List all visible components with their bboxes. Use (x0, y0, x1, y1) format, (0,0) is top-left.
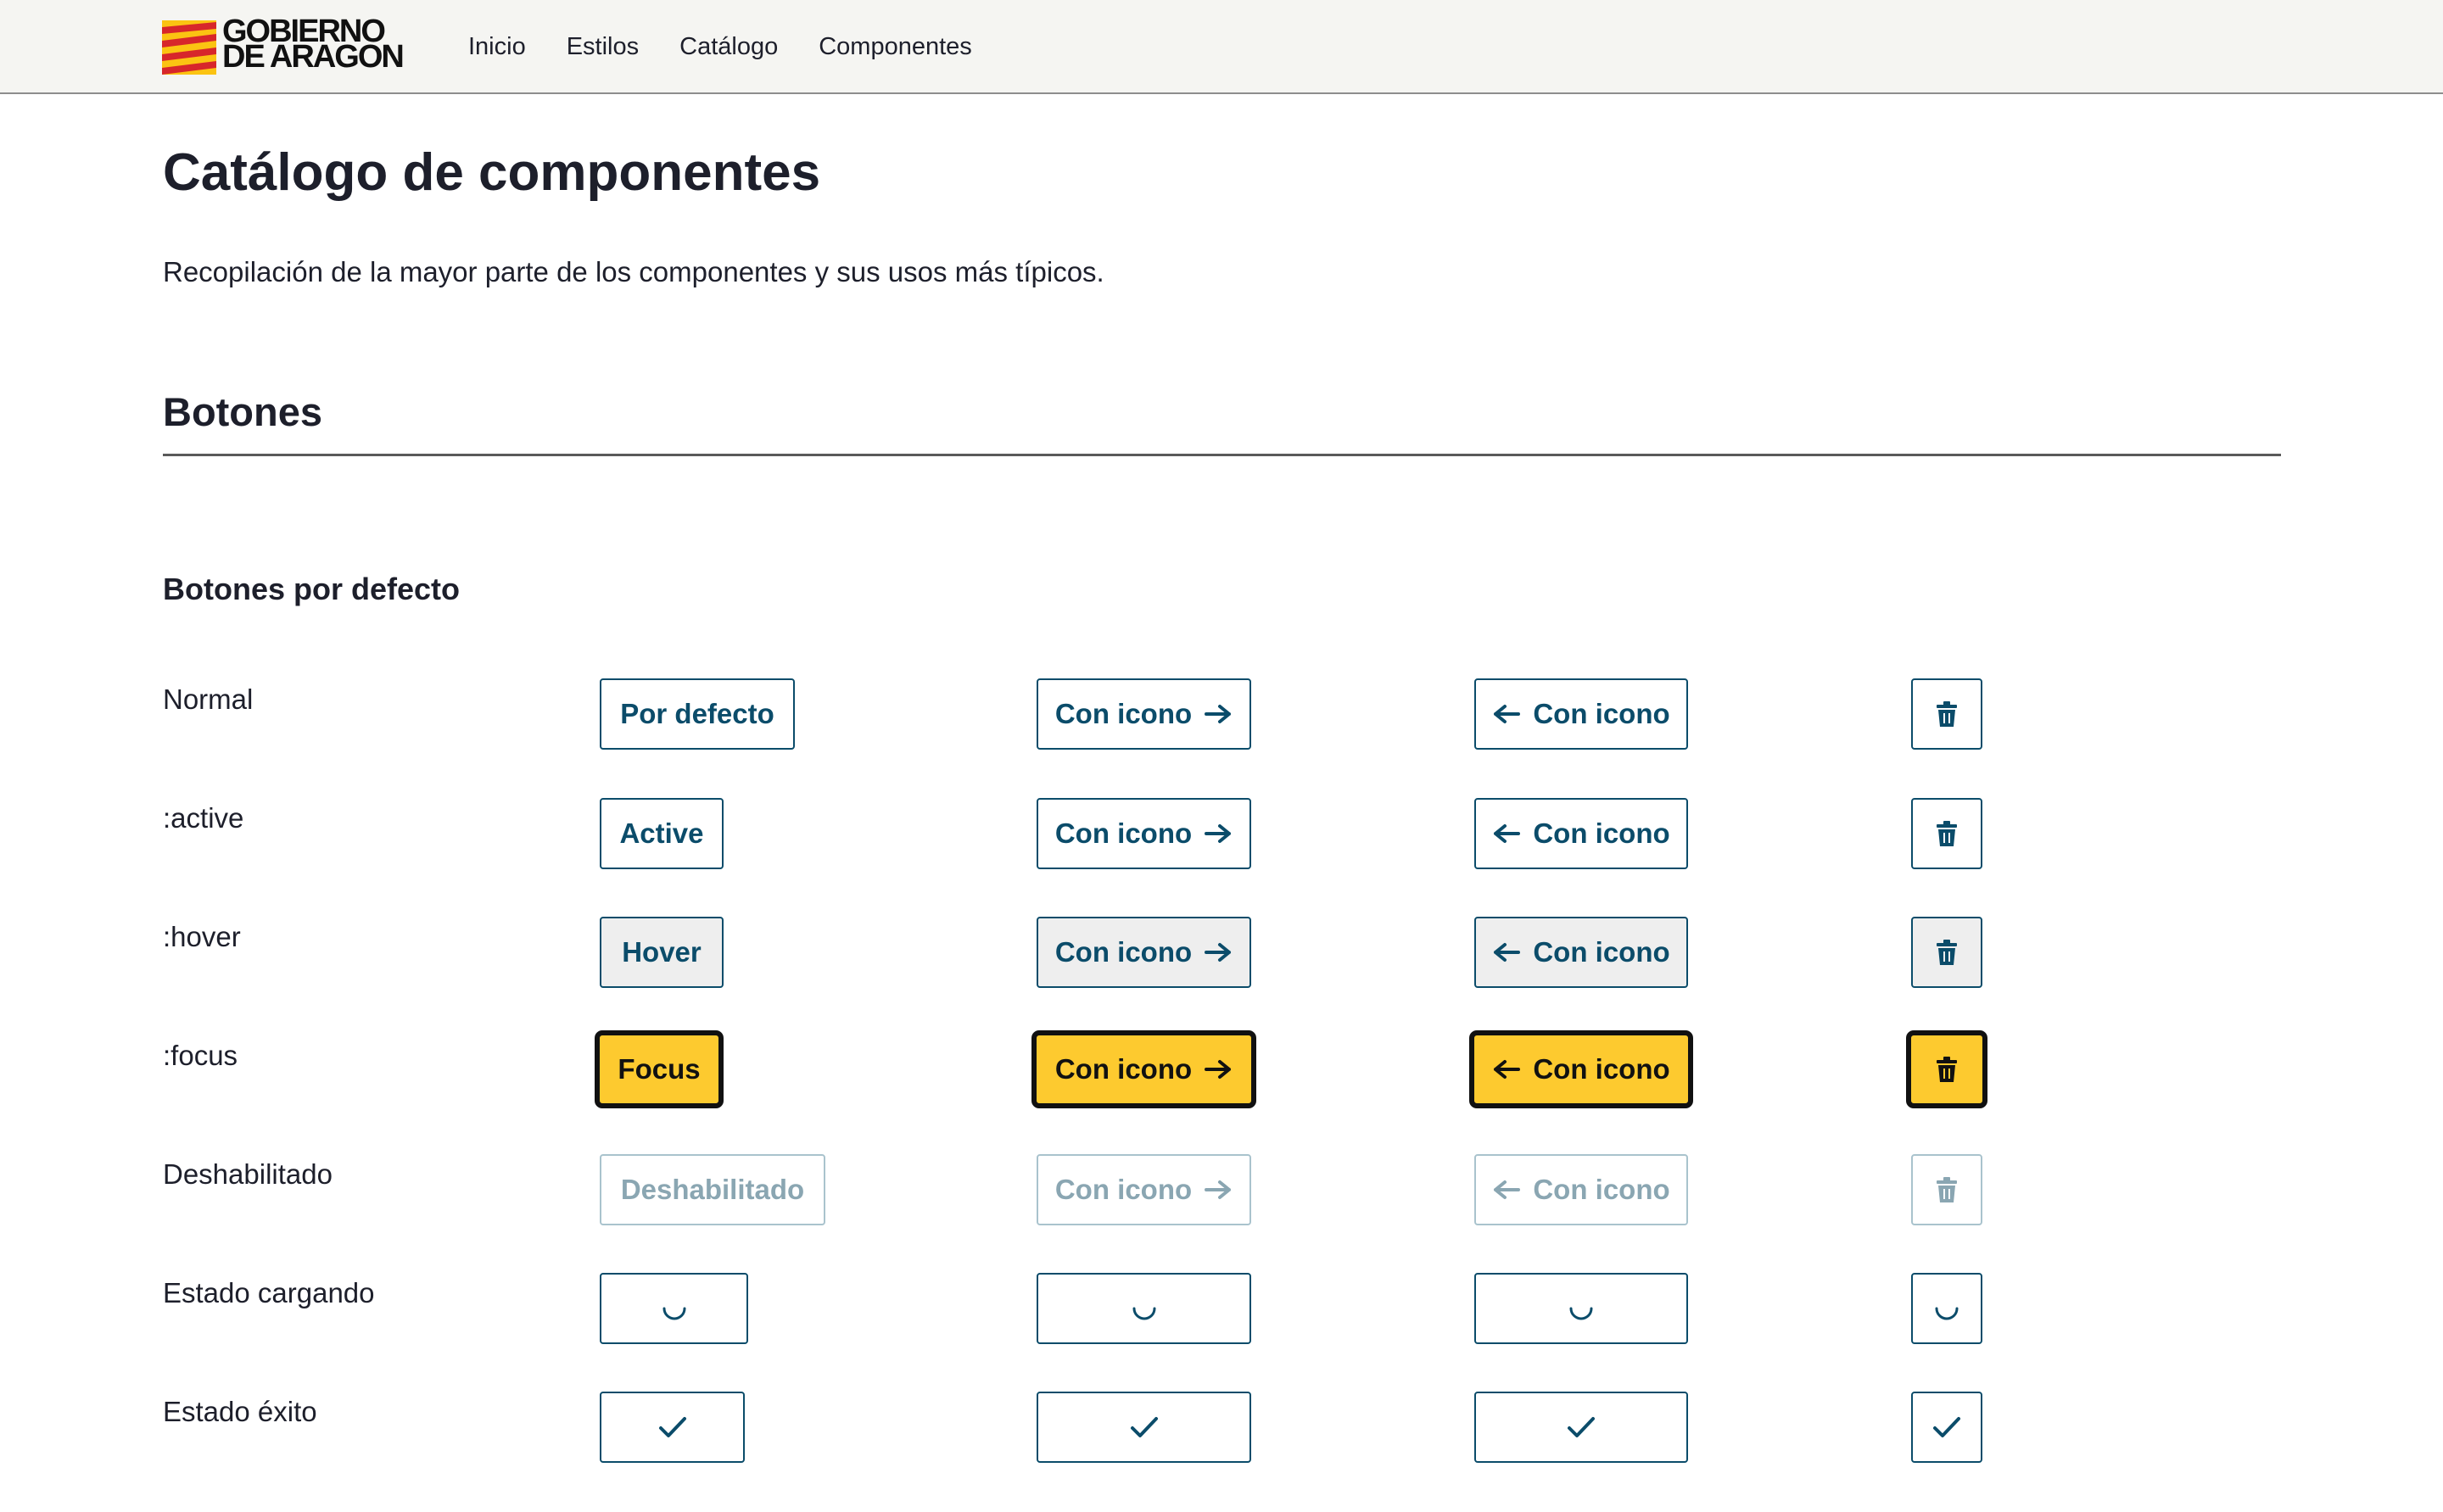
arrow-left-icon (1492, 704, 1521, 724)
icon-right-button-loading[interactable] (1037, 1273, 1251, 1344)
button-label: Con icono (1054, 936, 1193, 968)
button-label: Con icono (1533, 1053, 1670, 1085)
trash-icon (1936, 701, 1958, 727)
trash-button-focus[interactable] (1906, 1030, 1987, 1108)
arrow-left-icon (1492, 1059, 1521, 1080)
trash-button-disabled (1911, 1154, 1982, 1225)
row-label-active: :active (163, 802, 244, 834)
spinner-icon (1131, 1295, 1158, 1322)
page-title: Catálogo de componentes (163, 143, 821, 202)
button-label: Con icono (1054, 698, 1193, 729)
spinner-icon (1933, 1295, 1960, 1322)
nav-item-catalogo[interactable]: Catálogo (679, 33, 778, 61)
check-icon (1567, 1415, 1596, 1439)
row-label-success: Estado éxito (163, 1396, 317, 1427)
check-icon (1932, 1415, 1961, 1439)
button-label: Deshabilitado (620, 1174, 805, 1205)
button-label: Active (619, 817, 704, 849)
icon-right-button-disabled: Con icono (1037, 1154, 1251, 1225)
icon-left-button-active[interactable]: Con icono (1474, 798, 1688, 869)
button-label: Con icono (1533, 936, 1670, 968)
icon-right-button-active[interactable]: Con icono (1037, 798, 1251, 869)
icon-right-button-normal[interactable]: Con icono (1037, 678, 1251, 750)
button-label: Hover (622, 936, 702, 968)
icon-left-button-normal[interactable]: Con icono (1474, 678, 1688, 750)
check-icon (658, 1415, 687, 1439)
nav-item-inicio[interactable]: Inicio (468, 33, 526, 61)
button-label: Con icono (1054, 1053, 1193, 1085)
arrow-left-icon (1492, 942, 1521, 962)
default-button-disabled: Deshabilitado (600, 1154, 825, 1225)
spinner-icon (1568, 1295, 1595, 1322)
row-label-focus: :focus (163, 1040, 238, 1071)
trash-icon (1936, 821, 1958, 846)
icon-right-button-focus[interactable]: Con icono (1031, 1030, 1256, 1108)
trash-icon (1936, 940, 1958, 965)
arrow-right-icon (1204, 704, 1233, 724)
arrow-right-icon (1204, 1180, 1233, 1200)
default-button-active[interactable]: Active (600, 798, 724, 869)
default-button-focus[interactable]: Focus (595, 1030, 724, 1108)
nav-item-estilos[interactable]: Estilos (567, 33, 639, 61)
main-nav: Inicio Estilos Catálogo Componentes (468, 0, 1013, 94)
arrow-left-icon (1492, 1180, 1521, 1200)
button-label: Por defecto (620, 698, 774, 729)
row-label-disabled: Deshabilitado (163, 1158, 333, 1190)
arrow-left-icon (1492, 823, 1521, 844)
section-divider (163, 454, 2281, 456)
row-label-hover: :hover (163, 921, 241, 952)
icon-right-button-hover[interactable]: Con icono (1037, 917, 1251, 988)
trash-button-success[interactable] (1911, 1392, 1982, 1463)
icon-right-button-success[interactable] (1037, 1392, 1251, 1463)
arrow-right-icon (1204, 942, 1233, 962)
default-button-hover[interactable]: Hover (600, 917, 724, 988)
arrow-right-icon (1204, 823, 1233, 844)
trash-button-hover[interactable] (1911, 917, 1982, 988)
icon-left-button-focus[interactable]: Con icono (1469, 1030, 1693, 1108)
row-label-loading: Estado cargando (163, 1277, 375, 1308)
site-header: GOBIERNO DE ARAGON Inicio Estilos Catálo… (0, 0, 2443, 94)
icon-left-button-success[interactable] (1474, 1392, 1688, 1463)
page-intro: Recopilación de la mayor parte de los co… (163, 256, 1104, 287)
arrow-right-icon (1204, 1059, 1233, 1080)
button-label: Con icono (1533, 698, 1670, 729)
aragon-flag-icon (162, 20, 216, 75)
default-button-normal[interactable]: Por defecto (600, 678, 795, 750)
check-icon (1130, 1415, 1159, 1439)
button-label: Con icono (1533, 817, 1670, 849)
button-label: Con icono (1533, 1174, 1670, 1205)
trash-button-active[interactable] (1911, 798, 1982, 869)
button-label: Con icono (1054, 817, 1193, 849)
trash-icon (1936, 1057, 1958, 1082)
icon-left-button-hover[interactable]: Con icono (1474, 917, 1688, 988)
icon-left-button-loading[interactable] (1474, 1273, 1688, 1344)
section-title: Botones (163, 389, 322, 434)
nav-item-componentes[interactable]: Componentes (819, 33, 972, 61)
row-label-normal: Normal (163, 683, 254, 715)
trash-button-loading[interactable] (1911, 1273, 1982, 1344)
button-label: Con icono (1054, 1174, 1193, 1205)
icon-left-button-disabled: Con icono (1474, 1154, 1688, 1225)
logo-line-2: DE ARAGON (222, 39, 405, 75)
logo-wordmark: GOBIERNO DE ARAGON (222, 15, 405, 73)
trash-button-normal[interactable] (1911, 678, 1982, 750)
trash-icon (1936, 1177, 1958, 1202)
default-button-success[interactable] (600, 1392, 745, 1463)
spinner-icon (661, 1295, 688, 1322)
button-label: Focus (618, 1053, 701, 1085)
default-button-loading[interactable] (600, 1273, 748, 1344)
subsection-title: Botones por defecto (163, 572, 461, 606)
